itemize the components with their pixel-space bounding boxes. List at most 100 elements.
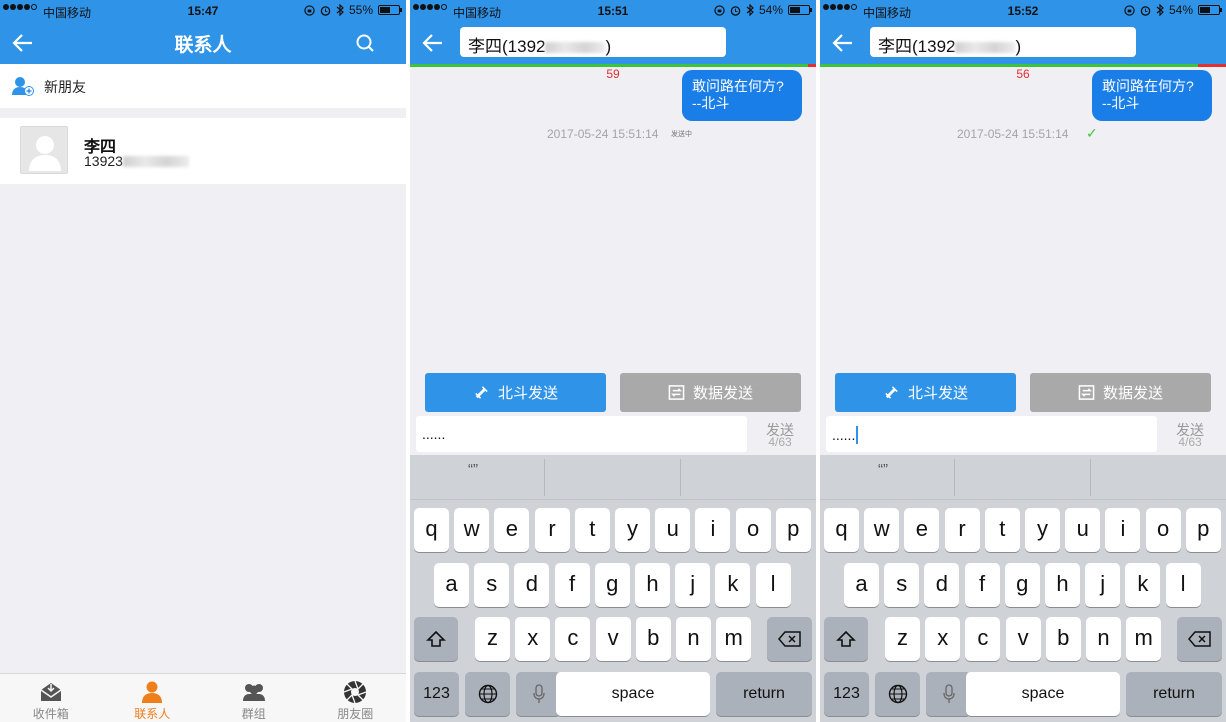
battery-icon	[378, 5, 402, 15]
tab-moments[interactable]: 朋友圈	[305, 674, 407, 722]
data-send-button[interactable]: 数据发送	[1030, 373, 1211, 412]
tab-contacts[interactable]: 联系人	[102, 674, 204, 722]
shift-key[interactable]	[824, 617, 868, 661]
key-o[interactable]: o	[1145, 508, 1181, 552]
shift-key[interactable]	[414, 617, 458, 661]
key-w[interactable]: w	[454, 508, 490, 552]
key-a[interactable]: a	[434, 563, 469, 607]
key-y[interactable]: y	[615, 508, 650, 552]
key-f[interactable]: f	[964, 563, 1000, 607]
key-t[interactable]: t	[984, 508, 1020, 552]
key-p[interactable]: p	[1185, 508, 1221, 552]
key-y[interactable]: y	[1025, 508, 1060, 552]
key-r[interactable]: r	[534, 508, 570, 552]
key-f[interactable]: f	[554, 563, 590, 607]
recipient-field[interactable]: 李四(1392)	[870, 27, 1136, 57]
key-r[interactable]: r	[944, 508, 980, 552]
space-key[interactable]: space	[966, 672, 1120, 716]
space-key[interactable]: space	[556, 672, 710, 716]
key-j[interactable]: j	[675, 563, 711, 607]
message-input-text: ......	[832, 427, 856, 443]
char-count: 4/63	[1178, 435, 1202, 449]
key-w[interactable]: w	[864, 508, 900, 552]
key-i[interactable]: i	[695, 508, 731, 552]
key-e[interactable]: e	[494, 508, 530, 552]
suggestion-quotes[interactable]: “”	[878, 461, 888, 478]
return-key[interactable]: return	[716, 672, 812, 716]
message-input[interactable]: ......	[416, 416, 747, 452]
globe-key[interactable]	[875, 672, 920, 716]
key-q[interactable]: q	[414, 508, 449, 552]
orientation-lock-icon	[304, 4, 315, 16]
data-transfer-icon	[668, 385, 685, 400]
key-z[interactable]: z	[885, 617, 920, 661]
message-bubble[interactable]: 敢问路在何方? --北斗	[1092, 70, 1212, 121]
key-z[interactable]: z	[475, 617, 510, 661]
contact-list-item[interactable]: 李四 13923	[0, 118, 406, 184]
globe-key[interactable]	[465, 672, 510, 716]
data-send-button[interactable]: 数据发送	[620, 373, 801, 412]
recipient-text: 李四(1392	[468, 37, 546, 56]
key-o[interactable]: o	[735, 508, 771, 552]
delete-key[interactable]	[767, 617, 812, 661]
key-t[interactable]: t	[574, 508, 610, 552]
new-friend-row[interactable]: 新朋友	[0, 64, 406, 108]
key-b[interactable]: b	[635, 617, 671, 661]
recipient-close-paren: )	[1015, 37, 1022, 56]
key-h[interactable]: h	[635, 563, 670, 607]
message-input[interactable]: ......	[826, 416, 1157, 452]
key-l[interactable]: l	[1165, 563, 1201, 607]
key-k[interactable]: k	[715, 563, 751, 607]
key-a[interactable]: a	[844, 563, 879, 607]
contacts-screen: 中国移动 15:47 55% 联系人 新朋友 李四 13923 收件箱 联系人 …	[0, 0, 406, 722]
key-i[interactable]: i	[1105, 508, 1141, 552]
key-m[interactable]: m	[716, 617, 752, 661]
tab-inbox[interactable]: 收件箱	[0, 674, 102, 722]
key-s[interactable]: s	[884, 563, 920, 607]
numbers-key[interactable]: 123	[824, 672, 869, 716]
battery-percent: 54%	[1168, 3, 1193, 17]
key-p[interactable]: p	[775, 508, 811, 552]
key-d[interactable]: d	[514, 563, 550, 607]
message-bubble[interactable]: 敢问路在何方? --北斗	[682, 70, 802, 121]
key-m[interactable]: m	[1126, 617, 1162, 661]
key-j[interactable]: j	[1085, 563, 1121, 607]
key-c[interactable]: c	[965, 617, 1001, 661]
key-s[interactable]: s	[474, 563, 510, 607]
tab-bar: 收件箱 联系人 群组 朋友圈	[0, 673, 406, 722]
key-n[interactable]: n	[676, 617, 711, 661]
key-l[interactable]: l	[755, 563, 791, 607]
suggestion-quotes[interactable]: “”	[468, 461, 478, 478]
back-arrow-icon[interactable]	[830, 30, 856, 56]
back-arrow-icon[interactable]	[420, 30, 446, 56]
key-k[interactable]: k	[1125, 563, 1161, 607]
key-q[interactable]: q	[824, 508, 859, 552]
key-g[interactable]: g	[594, 563, 630, 607]
key-e[interactable]: e	[904, 508, 940, 552]
beidou-send-button[interactable]: 北斗发送	[425, 373, 606, 412]
key-v[interactable]: v	[595, 617, 631, 661]
numbers-key[interactable]: 123	[414, 672, 459, 716]
delete-key[interactable]	[1177, 617, 1222, 661]
key-v[interactable]: v	[1005, 617, 1041, 661]
key-n[interactable]: n	[1086, 617, 1121, 661]
return-key[interactable]: return	[1126, 672, 1222, 716]
recipient-field[interactable]: 李四(1392)	[460, 27, 726, 57]
key-d[interactable]: d	[924, 563, 960, 607]
key-x[interactable]: x	[515, 617, 551, 661]
recipient-redacted	[955, 42, 1016, 53]
beidou-send-button[interactable]: 北斗发送	[835, 373, 1016, 412]
key-g[interactable]: g	[1004, 563, 1040, 607]
message-timestamp: 2017-05-24 15:51:14	[547, 127, 659, 141]
key-x[interactable]: x	[925, 617, 961, 661]
dictation-key[interactable]	[516, 672, 561, 716]
dictation-key[interactable]	[926, 672, 971, 716]
key-b[interactable]: b	[1045, 617, 1081, 661]
key-h[interactable]: h	[1045, 563, 1080, 607]
key-u[interactable]: u	[655, 508, 691, 552]
search-icon[interactable]	[354, 32, 376, 54]
key-u[interactable]: u	[1065, 508, 1101, 552]
data-transfer-icon	[1078, 385, 1095, 400]
tab-groups[interactable]: 群组	[203, 674, 305, 722]
key-c[interactable]: c	[555, 617, 591, 661]
